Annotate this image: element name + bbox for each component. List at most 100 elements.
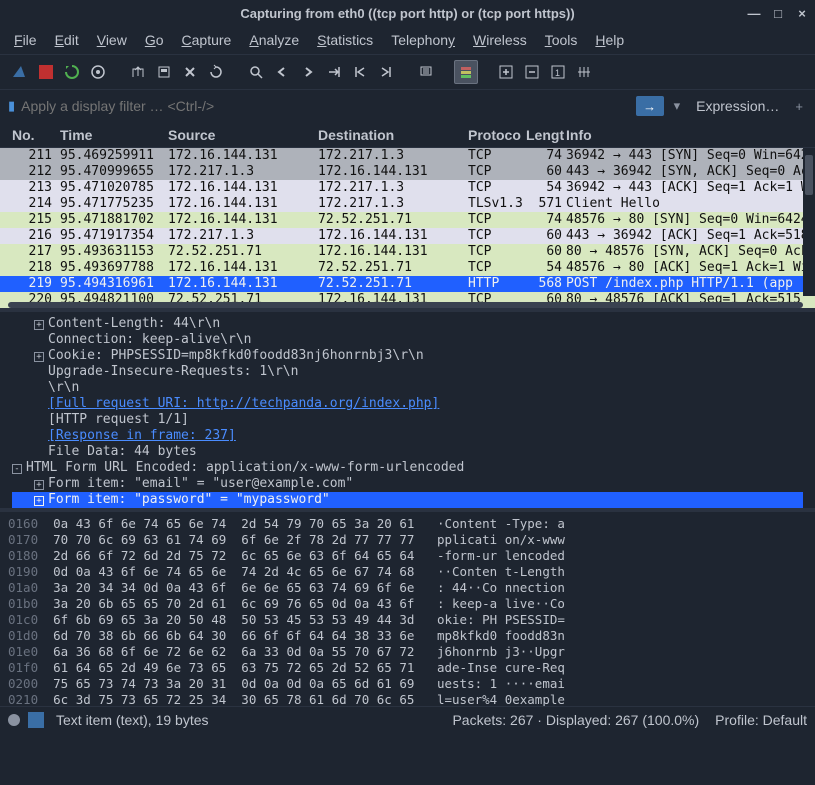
tree-collapse-icon[interactable]: - bbox=[12, 464, 22, 474]
menu-file[interactable]: File bbox=[14, 32, 37, 48]
menu-statistics[interactable]: Statistics bbox=[317, 32, 373, 48]
detail-content-length: Content-Length: 44\r\n bbox=[48, 316, 220, 331]
go-back-button[interactable] bbox=[270, 60, 294, 84]
zoom-in-button[interactable] bbox=[494, 60, 518, 84]
packet-row[interactable]: 21295.470999655172.217.1.3172.16.144.131… bbox=[0, 164, 815, 180]
colorize-button[interactable] bbox=[454, 60, 478, 84]
zoom-out-button[interactable] bbox=[520, 60, 544, 84]
jump-packet-button[interactable] bbox=[322, 60, 346, 84]
status-profile[interactable]: Profile: Default bbox=[715, 712, 807, 728]
detail-response-link[interactable]: [Response in frame: 237] bbox=[48, 428, 236, 443]
packet-row[interactable]: 21395.471020785172.16.144.131172.217.1.3… bbox=[0, 180, 815, 196]
packet-row[interactable]: 21695.471917354172.217.1.3172.16.144.131… bbox=[0, 228, 815, 244]
statusbar: Text item (text), 19 bytes Packets: 267 … bbox=[0, 706, 815, 732]
header-no[interactable]: No. bbox=[12, 127, 60, 143]
detail-full-uri-link[interactable]: [Full request URI: http://techpanda.org/… bbox=[48, 396, 439, 411]
hex-line[interactable]: 01b0 3a 20 6b 65 65 70 2d 61 6c 69 76 65… bbox=[8, 596, 807, 612]
reload-button[interactable] bbox=[204, 60, 228, 84]
hex-line[interactable]: 01c0 6f 6b 69 65 3a 20 50 48 50 53 45 53… bbox=[8, 612, 807, 628]
detail-connection: Connection: keep-alive\r\n bbox=[12, 332, 803, 348]
close-file-button[interactable] bbox=[178, 60, 202, 84]
open-file-button[interactable] bbox=[126, 60, 150, 84]
hex-line[interactable]: 01a0 3a 20 34 34 0d 0a 43 6f 6e 6e 65 63… bbox=[8, 580, 807, 596]
expression-button[interactable]: Expression… bbox=[690, 98, 785, 114]
packet-list[interactable]: 21195.469259911172.16.144.131172.217.1.3… bbox=[0, 148, 815, 308]
menu-help[interactable]: Help bbox=[595, 32, 624, 48]
restart-capture-button[interactable] bbox=[60, 60, 84, 84]
options-button[interactable] bbox=[86, 60, 110, 84]
hex-line[interactable]: 0180 2d 66 6f 72 6d 2d 75 72 6c 65 6e 63… bbox=[8, 548, 807, 564]
packet-row[interactable]: 21495.471775235172.16.144.131172.217.1.3… bbox=[0, 196, 815, 212]
packet-row[interactable]: 21795.49363115372.52.251.71172.16.144.13… bbox=[0, 244, 815, 260]
menu-capture[interactable]: Capture bbox=[182, 32, 232, 48]
detail-upgrade-insecure: Upgrade-Insecure-Requests: 1\r\n bbox=[12, 364, 803, 380]
menu-tools[interactable]: Tools bbox=[545, 32, 578, 48]
goto-first-button[interactable] bbox=[348, 60, 372, 84]
titlebar: Capturing from eth0 ((tcp port http) or … bbox=[0, 0, 815, 26]
header-source[interactable]: Source bbox=[168, 127, 318, 143]
header-info[interactable]: Info bbox=[566, 127, 815, 143]
tree-expand-icon[interactable]: + bbox=[34, 352, 44, 362]
hex-line[interactable]: 01e0 6a 36 68 6f 6e 72 6e 62 6a 33 0d 0a… bbox=[8, 644, 807, 660]
packet-details-pane[interactable]: + Content-Length: 44\r\n Connection: keep… bbox=[0, 308, 815, 508]
window-title: Capturing from eth0 ((tcp port http) or … bbox=[240, 6, 574, 21]
menu-analyze[interactable]: Analyze bbox=[249, 32, 299, 48]
detail-form-password: Form item: "password" = "mypassword" bbox=[48, 492, 330, 507]
detail-form-urlencoded: HTML Form URL Encoded: application/x-www… bbox=[26, 460, 464, 475]
packet-row[interactable]: 21895.493697788172.16.144.13172.52.251.7… bbox=[0, 260, 815, 276]
hex-line[interactable]: 0200 75 65 73 74 73 3a 20 31 0d 0a 0d 0a… bbox=[8, 676, 807, 692]
packet-row[interactable]: 21195.469259911172.16.144.131172.217.1.3… bbox=[0, 148, 815, 164]
detail-crlf: \r\n bbox=[12, 380, 803, 396]
expert-info-icon[interactable] bbox=[8, 714, 20, 726]
capture-file-properties-button[interactable] bbox=[28, 712, 44, 728]
menu-view[interactable]: View bbox=[97, 32, 127, 48]
filterbar: ▮ → ▾ Expression… + bbox=[0, 90, 815, 122]
detail-file-data: File Data: 44 bytes bbox=[12, 444, 803, 460]
status-selected-field: Text item (text), 19 bytes bbox=[56, 712, 436, 728]
header-time[interactable]: Time bbox=[60, 127, 168, 143]
menu-edit[interactable]: Edit bbox=[55, 32, 79, 48]
menu-wireless[interactable]: Wireless bbox=[473, 32, 527, 48]
resize-columns-button[interactable] bbox=[572, 60, 596, 84]
hex-line[interactable]: 0160 0a 43 6f 6e 74 65 6e 74 2d 54 79 70… bbox=[8, 516, 807, 532]
autoscroll-button[interactable] bbox=[414, 60, 438, 84]
hex-line[interactable]: 0210 6c 3d 75 73 65 72 25 34 30 65 78 61… bbox=[8, 692, 807, 706]
detail-form-email: Form item: "email" = "user@example.com" bbox=[48, 476, 353, 491]
goto-last-button[interactable] bbox=[374, 60, 398, 84]
go-forward-button[interactable] bbox=[296, 60, 320, 84]
vertical-scrollbar[interactable] bbox=[803, 148, 815, 296]
header-length[interactable]: Lengt bbox=[526, 127, 566, 143]
hex-line[interactable]: 0170 70 70 6c 69 63 61 74 69 6f 6e 2f 78… bbox=[8, 532, 807, 548]
menu-telephony[interactable]: Telephony bbox=[391, 32, 455, 48]
hex-line[interactable]: 01f0 61 64 65 2d 49 6e 73 65 63 75 72 65… bbox=[8, 660, 807, 676]
stop-capture-button[interactable] bbox=[34, 60, 58, 84]
packet-bytes-pane[interactable]: 0160 0a 43 6f 6e 74 65 6e 74 2d 54 79 70… bbox=[0, 508, 815, 706]
detail-cookie: Cookie: PHPSESSID=mp8kfkd0foodd83nj6honr… bbox=[48, 348, 424, 363]
maximize-button[interactable]: □ bbox=[771, 6, 785, 21]
tree-expand-icon[interactable]: + bbox=[34, 496, 44, 506]
find-packet-button[interactable] bbox=[244, 60, 268, 84]
save-file-button[interactable] bbox=[152, 60, 176, 84]
zoom-reset-button[interactable]: 1 bbox=[546, 60, 570, 84]
filter-history-dropdown[interactable]: ▾ bbox=[670, 98, 685, 114]
tree-expand-icon[interactable]: + bbox=[34, 480, 44, 490]
shark-fin-icon[interactable] bbox=[8, 60, 32, 84]
horizontal-scrollbar[interactable] bbox=[8, 302, 803, 308]
tree-expand-icon[interactable]: + bbox=[34, 320, 44, 330]
packet-list-header: No. Time Source Destination Protoco Leng… bbox=[0, 122, 815, 148]
close-button[interactable]: × bbox=[795, 6, 809, 21]
packet-row[interactable]: 21995.494316961172.16.144.13172.52.251.7… bbox=[0, 276, 815, 292]
packet-row[interactable]: 21595.471881702172.16.144.13172.52.251.7… bbox=[0, 212, 815, 228]
hex-line[interactable]: 0190 0d 0a 43 6f 6e 74 65 6e 74 2d 4c 65… bbox=[8, 564, 807, 580]
menu-go[interactable]: Go bbox=[145, 32, 164, 48]
header-protocol[interactable]: Protoco bbox=[468, 127, 526, 143]
svg-text:1: 1 bbox=[555, 68, 560, 78]
bookmark-icon[interactable]: ▮ bbox=[8, 98, 15, 114]
display-filter-input[interactable] bbox=[21, 98, 629, 114]
status-packet-counts: Packets: 267 · Displayed: 267 (100.0%) bbox=[436, 712, 715, 728]
hex-line[interactable]: 01d0 6d 70 38 6b 66 6b 64 30 66 6f 6f 64… bbox=[8, 628, 807, 644]
add-filter-button[interactable]: + bbox=[791, 99, 807, 114]
apply-filter-button[interactable]: → bbox=[636, 96, 664, 116]
minimize-button[interactable]: — bbox=[747, 6, 761, 21]
header-destination[interactable]: Destination bbox=[318, 127, 468, 143]
